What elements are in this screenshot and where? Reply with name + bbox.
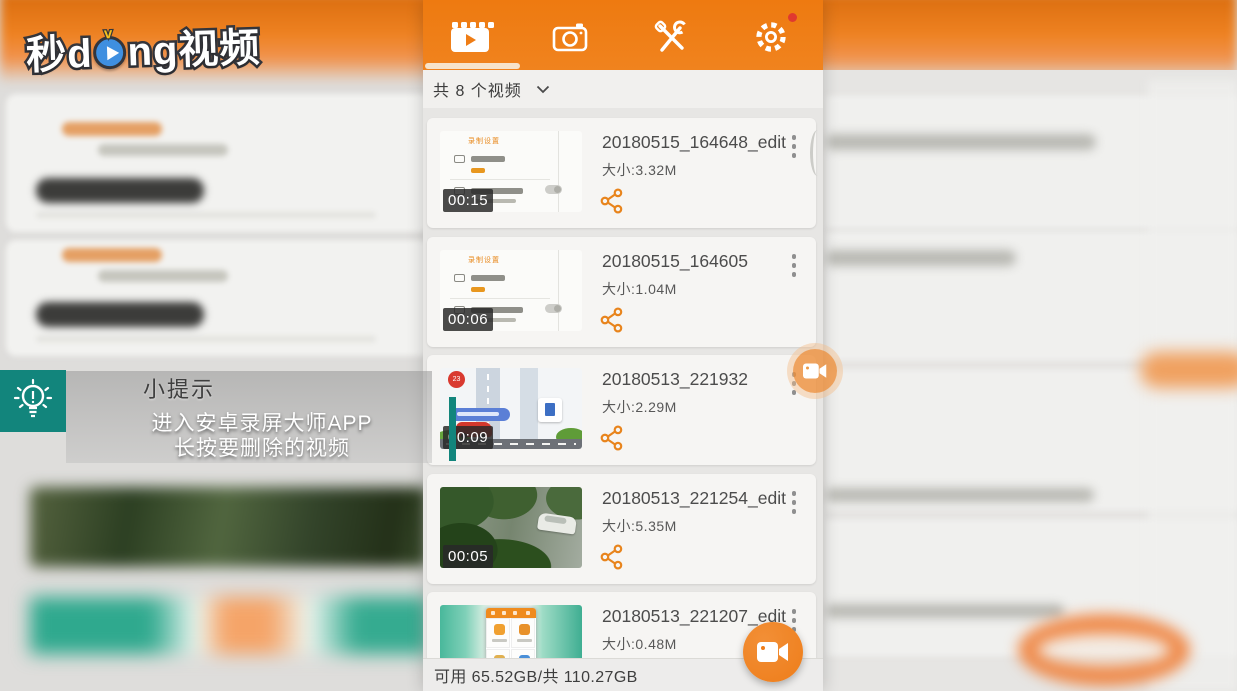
video-size: 大小:2.29M [602,399,677,415]
video-card[interactable]: 录制设置 00:06 20180515_164605 大小:1.04M [427,237,816,347]
camcorder-icon [803,363,827,379]
record-fab-button[interactable] [743,622,803,682]
bg-blur-text [98,270,228,282]
bg-blur-text [36,178,204,203]
video-list: 录制设置 00:15 20180515_164648_edit... 大小:3.… [423,108,823,658]
tip-bulb-box [0,370,66,432]
video-card[interactable]: 00:05 20180513_221254_edit... 大小:5.35M [427,474,816,584]
bg-blur-image [30,597,428,654]
bg-blur-text [98,144,228,156]
bg-blur-image [30,487,428,567]
bg-blur-card [6,94,430,232]
bg-blur-text [62,122,162,136]
video-name: 20180513_221932 [602,369,748,389]
video-name: 20180513_221207_edit... [602,606,787,626]
storage-label: 可用 65.52GB/共 110.27GB [434,669,638,686]
bg-blur-text [826,604,1064,618]
duration-badge: 00:15 [443,189,494,212]
active-tab-indicator [425,63,520,69]
watermark-logo: 秒d v ng视频 [23,18,264,80]
tools-icon [654,20,686,52]
video-size: 大小:1.04M [602,281,677,297]
app-panel: 共 8 个视频 录制设置 00:15 20180515_164648_edit.… [423,0,823,691]
bg-blur-card [6,240,430,356]
share-icon[interactable] [599,188,625,214]
film-icon [451,22,494,52]
logo-text-left: 秒d [23,29,96,80]
duration-badge: 00:05 [443,545,494,568]
video-size: 大小:3.32M [602,162,677,178]
logo-play-icon: v [92,23,128,70]
video-count-label: 共 8 个视频 [433,83,522,100]
tab-settings[interactable] [749,17,793,57]
camera-icon [552,23,588,52]
tab-tools[interactable] [649,17,693,57]
thumb-title: 录制设置 [468,138,500,145]
video-thumbnail[interactable] [440,605,582,658]
bg-blur-button [1140,352,1237,388]
share-icon[interactable] [599,307,625,333]
screen: 共 8 个视频 录制设置 00:15 20180515_164648_edit.… [0,0,1237,691]
app-header [423,0,823,70]
scroll-indicator [810,130,823,176]
floating-record-button[interactable] [793,349,837,393]
tab-videos[interactable] [448,17,494,57]
video-size: 大小:0.48M [602,636,677,652]
video-name: 20180515_164605 [602,251,748,271]
duration-badge: 00:06 [443,308,494,331]
bg-blur-text [36,336,376,342]
map-badge: 23 [448,371,465,388]
more-menu-icon[interactable] [787,489,801,516]
tip-accent-bar [449,397,456,461]
bg-blur-text [826,134,1096,150]
bg-blur-text [36,212,376,218]
more-menu-icon[interactable] [787,133,801,160]
bg-blur-text [62,248,162,262]
thumb-title: 录制设置 [468,257,500,264]
share-icon[interactable] [599,544,625,570]
share-icon[interactable] [599,425,625,451]
video-name: 20180515_164648_edit... [602,132,787,152]
bg-blur-text [826,488,1094,502]
tip-line2: 长按要删除的视频 [174,437,350,460]
camcorder-icon [757,642,788,662]
tip-box: 小提示 进入安卓录屏大师APP 长按要删除的视频 [66,371,432,463]
notification-dot [788,13,797,22]
tab-screenshots[interactable] [548,17,592,57]
video-count-row[interactable]: 共 8 个视频 [423,70,823,108]
bg-blur-text [826,250,1016,266]
more-menu-icon[interactable] [787,252,801,279]
video-name: 20180513_221254_edit... [602,488,787,508]
tip-title: 小提示 [143,377,216,402]
gear-icon [756,22,786,52]
video-card[interactable]: 23 00:09 20180513_221932 大小:2.29M [427,355,816,465]
chevron-down-icon [536,85,549,93]
bg-blur-ring [1018,614,1190,686]
bg-blur-text [36,302,204,327]
lightbulb-icon [13,378,53,418]
logo-text-right: ng视频 [124,23,263,77]
video-size: 大小:5.35M [602,518,677,534]
video-card[interactable]: 录制设置 00:15 20180515_164648_edit... 大小:3.… [427,118,816,228]
